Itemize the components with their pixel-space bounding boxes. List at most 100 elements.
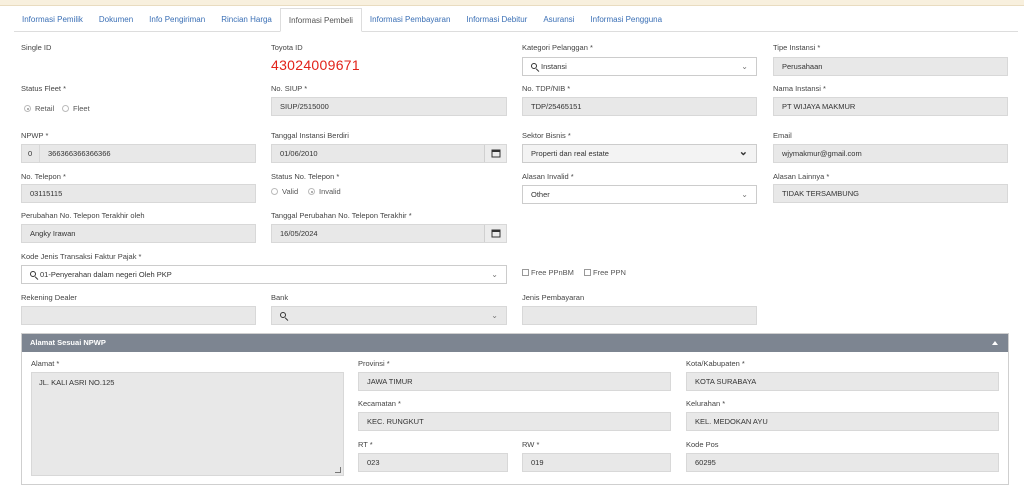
rekening-dealer-label: Rekening Dealer — [21, 293, 77, 302]
calendar-icon[interactable] — [484, 225, 506, 242]
search-icon — [280, 312, 286, 318]
radio-fleet[interactable]: Fleet — [62, 104, 90, 113]
free-ppn-label: Free PPN — [593, 268, 626, 277]
jenis-pembayaran-field[interactable] — [522, 306, 757, 325]
perubahan-oleh-label: Perubahan No. Telepon Terakhir oleh — [21, 211, 145, 220]
perubahan-oleh-field[interactable]: Angky Irawan — [21, 224, 256, 243]
kelurahan-label: Kelurahan * — [686, 399, 726, 408]
alasan-lainnya-label: Alasan Lainnya * — [773, 172, 830, 181]
tanggal-perubahan-label: Tanggal Perubahan No. Telepon Terakhir * — [271, 211, 412, 220]
alasan-invalid-select[interactable]: Other ⌄ — [522, 185, 757, 204]
alamat-textarea[interactable]: JL. KALI ASRI NO.125 — [31, 372, 344, 476]
kota-field[interactable]: KOTA SURABAYA — [686, 372, 999, 391]
radio-valid-label: Valid — [282, 187, 299, 196]
chevron-down-icon: ⌄ — [741, 62, 748, 71]
no-telepon-label: No. Telepon * — [21, 172, 66, 181]
no-siup-field[interactable]: SIUP/2515000 — [271, 97, 507, 116]
npwp-field[interactable]: 366366366366366 — [39, 144, 256, 163]
alamat-label: Alamat * — [31, 359, 60, 368]
kecamatan-label: Kecamatan * — [358, 399, 401, 408]
email-label: Email — [773, 131, 792, 140]
search-icon — [531, 63, 537, 69]
tab-asuransi[interactable]: Asuransi — [535, 8, 582, 32]
bank-select[interactable]: ⌄ — [271, 306, 507, 325]
free-ppnbm-box — [522, 269, 529, 276]
jenis-pembayaran-label: Jenis Pembayaran — [522, 293, 585, 302]
kategori-pelanggan-select[interactable]: Instansi ⌄ — [522, 57, 757, 76]
rw-field[interactable]: 019 — [522, 453, 671, 472]
tanggal-instansi-value: 01/06/2010 — [280, 149, 318, 158]
calendar-icon[interactable] — [484, 145, 506, 162]
tab-informasi-pembeli[interactable]: Informasi Pembeli — [279, 8, 362, 32]
tab-dokumen[interactable]: Dokumen — [91, 8, 141, 32]
nama-instansi-label: Nama Instansi * — [773, 84, 826, 93]
kode-pos-label: Kode Pos — [686, 440, 719, 449]
alasan-invalid-label: Alasan Invalid * — [522, 172, 574, 181]
alasan-invalid-value: Other — [531, 190, 550, 199]
sektor-bisnis-select[interactable]: Properti dan real estate ⌄ — [522, 144, 757, 163]
chevron-down-icon: ⌄ — [491, 311, 498, 320]
chevron-down-icon: ⌄ — [491, 270, 498, 279]
radio-retail[interactable]: Retail — [24, 104, 54, 113]
provinsi-label: Provinsi * — [358, 359, 390, 368]
chevron-down-icon: ⌄ — [738, 146, 748, 158]
radio-fleet-label: Fleet — [73, 104, 90, 113]
alamat-value: JL. KALI ASRI NO.125 — [39, 378, 115, 387]
provinsi-field[interactable]: JAWA TIMUR — [358, 372, 671, 391]
kecamatan-field[interactable]: KEC. RUNGKUT — [358, 412, 671, 431]
alasan-lainnya-field[interactable]: TIDAK TERSAMBUNG — [773, 184, 1008, 203]
tipe-instansi-label: Tipe Instansi * — [773, 43, 821, 52]
kode-jenis-value: 01-Penyerahan dalam negeri Oleh PKP — [40, 270, 172, 279]
radio-fleet-dot — [62, 105, 69, 112]
kategori-pelanggan-label: Kategori Pelanggan * — [522, 43, 593, 52]
radio-valid[interactable]: Valid — [271, 187, 298, 196]
status-fleet-label: Status Fleet * — [21, 84, 67, 93]
free-ppn-box — [584, 269, 591, 276]
sektor-bisnis-value: Properti dan real estate — [531, 149, 609, 158]
tab-informasi-pembayaran[interactable]: Informasi Pembayaran — [362, 8, 458, 32]
tanggal-perubahan-field[interactable]: 16/05/2024 — [271, 224, 507, 243]
chevron-down-icon: ⌄ — [741, 190, 748, 199]
radio-invalid[interactable]: Invalid — [308, 187, 341, 196]
radio-valid-dot — [271, 188, 278, 195]
resize-handle-icon[interactable] — [335, 467, 341, 473]
collapse-icon[interactable] — [992, 341, 998, 345]
email-field[interactable]: wjymakmur@gmail.com — [773, 144, 1008, 163]
bank-label: Bank — [271, 293, 289, 302]
sektor-bisnis-label: Sektor Bisnis * — [522, 131, 571, 140]
tanggal-instansi-field[interactable]: 01/06/2010 — [271, 144, 507, 163]
tab-bar: Informasi Pemilik Dokumen Info Pengirima… — [14, 8, 1018, 32]
nama-instansi-field[interactable]: PT WIJAYA MAKMUR — [773, 97, 1008, 116]
radio-invalid-dot — [308, 188, 315, 195]
kode-jenis-select[interactable]: 01-Penyerahan dalam negeri Oleh PKP ⌄ — [21, 265, 507, 284]
radio-retail-dot — [24, 105, 31, 112]
free-ppnbm-label: Free PPnBM — [531, 268, 574, 277]
npwp-label: NPWP * — [21, 131, 49, 140]
radio-invalid-label: Invalid — [319, 187, 341, 196]
rekening-dealer-field[interactable] — [21, 306, 256, 325]
free-ppnbm-checkbox[interactable]: Free PPnBM — [522, 268, 574, 277]
rt-field[interactable]: 023 — [358, 453, 508, 472]
no-tdp-label: No. TDP/NIB * — [522, 84, 571, 93]
tab-informasi-pemilik[interactable]: Informasi Pemilik — [14, 8, 91, 32]
rw-label: RW * — [522, 440, 540, 449]
tanggal-instansi-label: Tanggal Instansi Berdiri — [271, 131, 349, 140]
no-tdp-field[interactable]: TDP/25465151 — [522, 97, 757, 116]
alamat-panel-header[interactable]: Alamat Sesuai NPWP — [22, 334, 1008, 352]
tab-informasi-debitur[interactable]: Informasi Debitur — [458, 8, 535, 32]
kelurahan-field[interactable]: KEL. MEDOKAN AYU — [686, 412, 999, 431]
single-id-label: Single ID — [21, 43, 52, 52]
toyota-id-label: Toyota ID — [271, 43, 303, 52]
alamat-panel-title: Alamat Sesuai NPWP — [30, 338, 106, 347]
no-telepon-field[interactable]: 03115115 — [21, 184, 256, 203]
rt-label: RT * — [358, 440, 373, 449]
radio-retail-label: Retail — [35, 104, 55, 113]
tanggal-perubahan-value: 16/05/2024 — [280, 229, 318, 238]
kode-pos-field[interactable]: 60295 — [686, 453, 999, 472]
tab-informasi-pengguna[interactable]: Informasi Pengguna — [582, 8, 670, 32]
tab-info-pengiriman[interactable]: Info Pengiriman — [141, 8, 213, 32]
free-ppn-checkbox[interactable]: Free PPN — [584, 268, 626, 277]
no-siup-label: No. SIUP * — [271, 84, 308, 93]
tab-rincian-harga[interactable]: Rincian Harga — [213, 8, 280, 32]
tipe-instansi-field[interactable]: Perusahaan — [773, 57, 1008, 76]
